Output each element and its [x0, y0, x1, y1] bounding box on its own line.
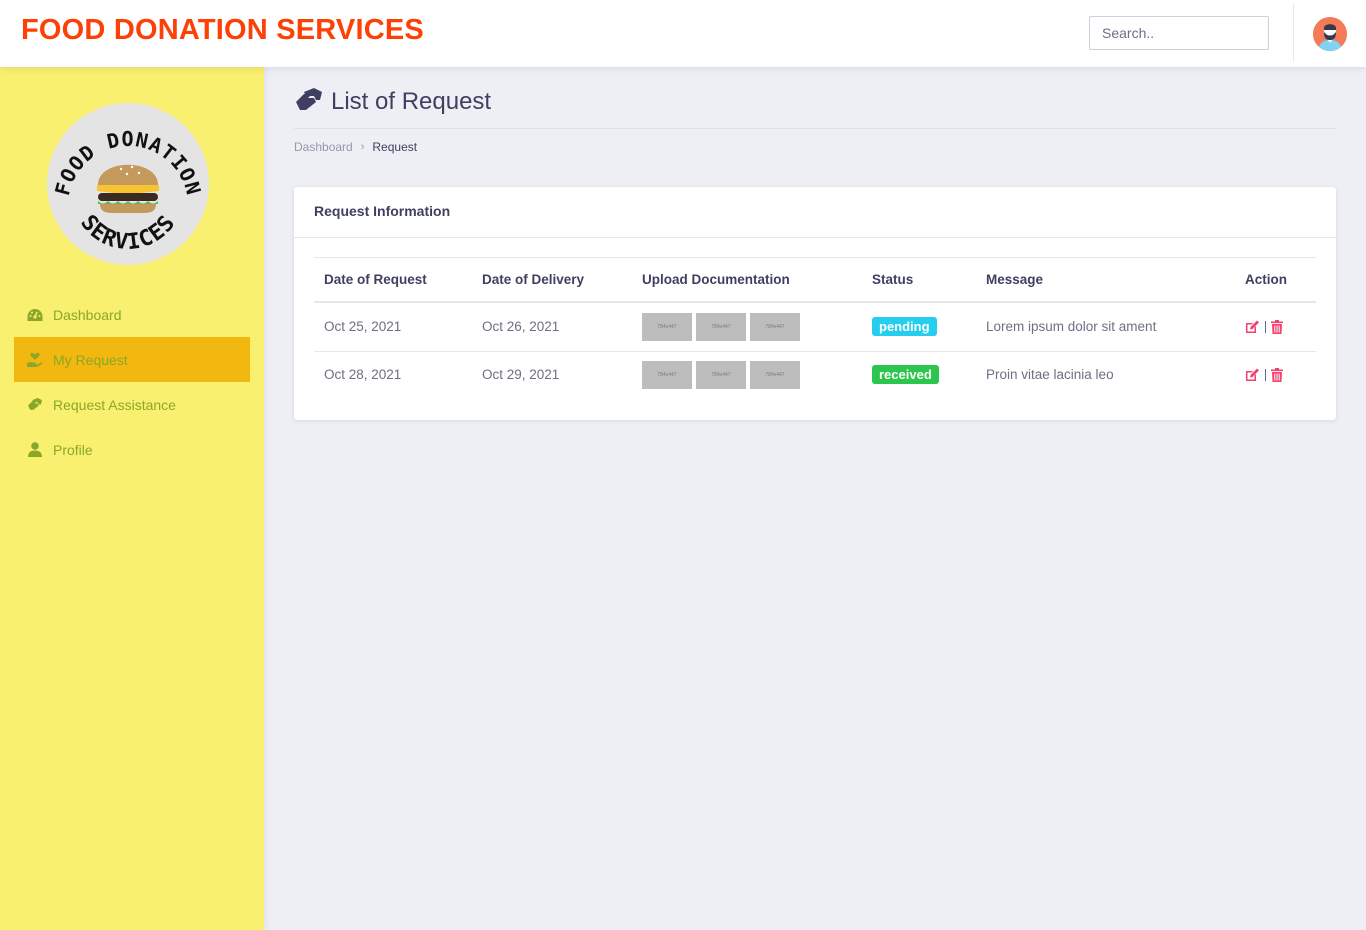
- sidebar-item-label: My Request: [53, 351, 128, 368]
- request-information-card: Request Information Date of Request Date…: [294, 187, 1336, 420]
- title-divider: [294, 128, 1336, 129]
- handshake-icon: [26, 396, 44, 414]
- status-cell: received: [862, 352, 976, 398]
- column-header: Status: [862, 257, 976, 303]
- table-row: Oct 25, 2021 Oct 26, 2021 784x447 784x44…: [314, 301, 1316, 352]
- document-thumbnail[interactable]: 784x447: [696, 312, 746, 341]
- breadcrumb-request: Request: [372, 140, 418, 154]
- top-bar: FOOD DONATION SERVICES: [0, 0, 1366, 67]
- sidebar-item-profile[interactable]: Profile: [14, 427, 250, 472]
- document-thumbnail[interactable]: 784x447: [642, 360, 692, 389]
- date-of-request: Oct 28, 2021: [324, 367, 402, 383]
- request-table: Date of Request Date of Delivery Upload …: [314, 257, 1316, 398]
- user-avatar-icon[interactable]: [1313, 17, 1347, 51]
- action-cell: [1235, 352, 1316, 398]
- page-title-text: List of Request: [331, 88, 492, 115]
- sidebar-nav: Dashboard My Request Request Assistance …: [14, 292, 250, 472]
- message: Lorem ipsum dolor sit ament: [976, 301, 1235, 352]
- column-header: Action: [1235, 257, 1316, 303]
- sidebar-item-my-request[interactable]: My Request: [14, 337, 250, 382]
- card-title: Request Information: [294, 187, 1336, 238]
- column-header: Upload Documentation: [632, 257, 862, 303]
- column-header: Date of Delivery: [472, 257, 632, 303]
- edit-icon[interactable]: [1245, 368, 1260, 382]
- action-cell: [1235, 301, 1316, 352]
- search-input[interactable]: [1089, 16, 1269, 50]
- trash-icon[interactable]: [1271, 319, 1283, 334]
- burger-icon: [97, 164, 159, 213]
- breadcrumb-dashboard[interactable]: Dashboard: [294, 140, 353, 154]
- document-thumbnail[interactable]: 784x447: [642, 312, 692, 341]
- table-header-row: Date of Request Date of Delivery Upload …: [314, 257, 1316, 303]
- sidebar-item-label: Profile: [53, 441, 93, 458]
- document-thumbnail[interactable]: 784x447: [750, 312, 800, 341]
- documentation-cell: 784x447 784x447 784x447: [632, 352, 862, 398]
- sidebar-item-label: Dashboard: [53, 306, 122, 323]
- breadcrumb: Dashboard › Request: [294, 140, 417, 154]
- action-separator: [1265, 320, 1266, 333]
- page-title: List of Request: [294, 88, 491, 116]
- date-of-delivery: Oct 29, 2021: [482, 367, 560, 383]
- edit-icon[interactable]: [1245, 320, 1260, 334]
- sidebar-item-label: Request Assistance: [53, 396, 176, 413]
- trash-icon[interactable]: [1271, 367, 1283, 382]
- document-thumbnail[interactable]: 784x447: [696, 360, 746, 389]
- sidebar-item-dashboard[interactable]: Dashboard: [14, 292, 250, 337]
- hand-heart-icon: [26, 351, 44, 369]
- action-separator: [1265, 368, 1266, 381]
- column-header: Date of Request: [314, 257, 472, 303]
- status-badge: pending: [872, 317, 937, 337]
- speedometer-icon: [26, 306, 44, 324]
- documentation-cell: 784x447 784x447 784x447: [632, 301, 862, 352]
- brand-title[interactable]: FOOD DONATION SERVICES: [21, 14, 424, 47]
- sidebar: FOOD DONATION SERVICES Dashboard My Requ…: [0, 67, 264, 930]
- date-of-request: Oct 25, 2021: [314, 301, 472, 352]
- status-cell: pending: [862, 301, 976, 352]
- date-of-delivery: Oct 26, 2021: [472, 301, 632, 352]
- column-header: Message: [976, 257, 1235, 303]
- status-badge: received: [872, 365, 939, 385]
- table-row: Oct 28, 2021 Oct 29, 2021 784x447 784x44…: [314, 352, 1316, 398]
- handshake-icon: [294, 88, 324, 116]
- sidebar-item-request-assistance[interactable]: Request Assistance: [14, 382, 250, 427]
- chevron-right-icon: ›: [360, 141, 365, 153]
- user-icon: [26, 441, 44, 459]
- document-thumbnail[interactable]: 784x447: [750, 360, 800, 389]
- message: Proin vitae lacinia leo: [986, 367, 1114, 383]
- logo[interactable]: FOOD DONATION SERVICES: [47, 103, 209, 265]
- header-divider: [1293, 4, 1294, 62]
